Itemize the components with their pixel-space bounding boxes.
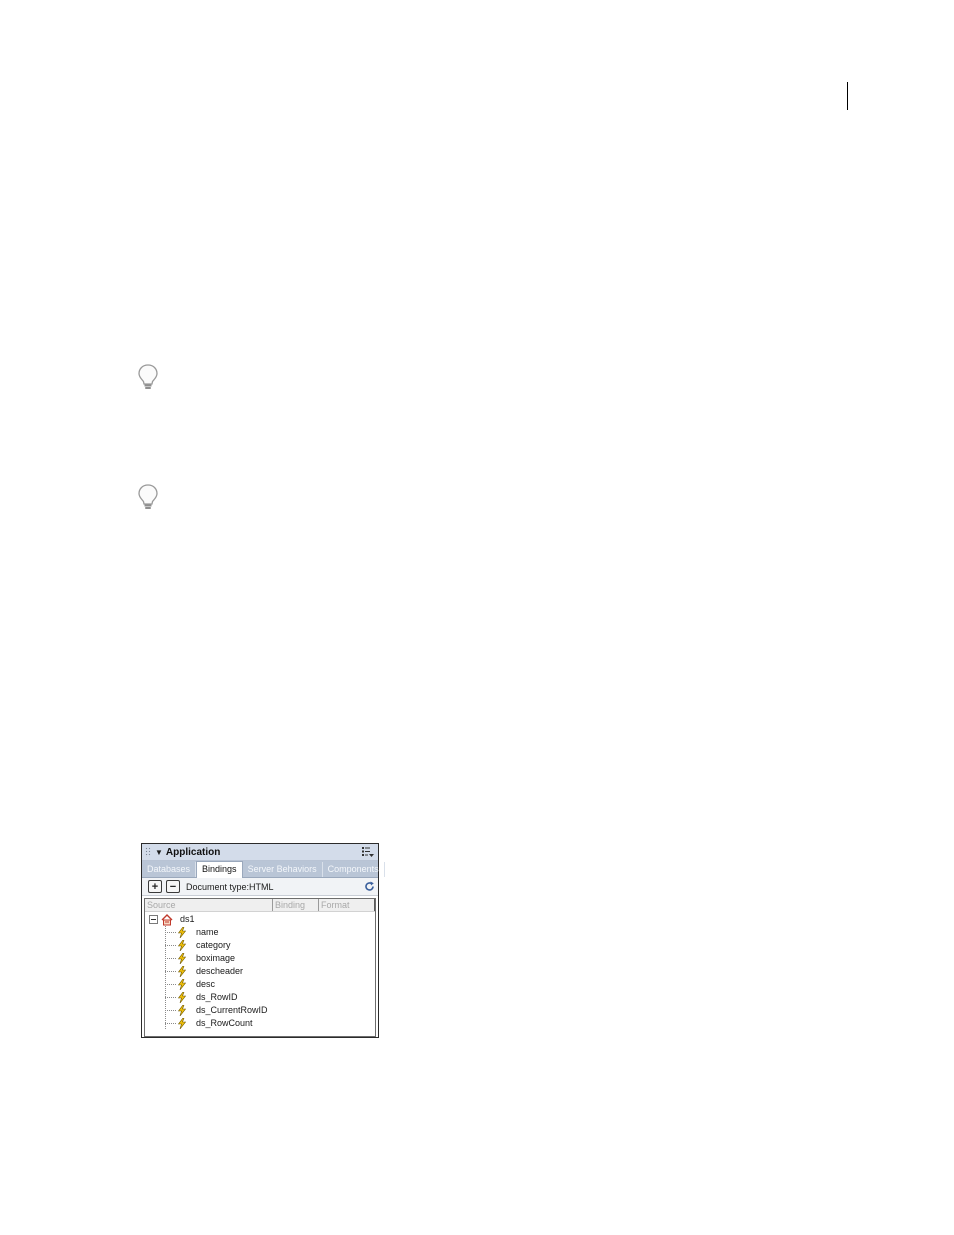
column-header-format[interactable]: Format: [319, 899, 375, 911]
tree-connector: [165, 971, 176, 972]
lightning-bolt-icon: [177, 953, 187, 964]
tree-connector: [165, 1023, 176, 1024]
panel-title: Application: [165, 846, 221, 858]
tab-bindings[interactable]: Bindings: [196, 861, 243, 878]
tab-server-behaviors[interactable]: Server Behaviors: [243, 862, 323, 877]
tree-leaf-label: desc: [196, 979, 216, 989]
refresh-icon[interactable]: [364, 881, 375, 892]
tree-connector: [165, 932, 176, 933]
lightning-bolt-icon: [177, 940, 187, 951]
remove-binding-button[interactable]: −: [166, 880, 180, 893]
panel-tab-bar: Databases Bindings Server Behaviors Comp…: [142, 861, 385, 878]
document-type-label: Document type:HTML: [186, 881, 274, 892]
tree-leaf-label: ds_RowCount: [196, 1018, 253, 1028]
panel-options-icon[interactable]: [362, 846, 374, 858]
add-binding-button[interactable]: +: [148, 880, 162, 893]
column-header-binding[interactable]: Binding: [273, 899, 319, 911]
application-panel: ▼ Application Databases Bindings Server …: [141, 843, 385, 1038]
tree-connector: [165, 1010, 176, 1011]
data-set-icon: [161, 914, 173, 926]
tree-leaf-label: descheader: [196, 966, 244, 976]
lightbulb-icon: [138, 484, 158, 509]
lightning-bolt-icon: [177, 1005, 187, 1016]
tree-connector: [165, 984, 176, 985]
tree-connector: [165, 945, 176, 946]
lightning-bolt-icon: [177, 966, 187, 977]
collapse-node-icon[interactable]: [149, 915, 158, 924]
tree-leaf-label: boximage: [196, 953, 236, 963]
tab-databases[interactable]: Databases: [142, 862, 197, 877]
page-header-rule: [847, 82, 848, 110]
panel-grip-icon[interactable]: [145, 847, 151, 857]
tree-node-label: ds1: [180, 914, 195, 924]
lightning-bolt-icon: [177, 1018, 187, 1029]
bindings-toolbar: + − Document type:HTML: [142, 878, 378, 896]
bindings-tree-view: Source Binding Format ds1 name category …: [144, 898, 376, 1037]
tree-leaf-label: ds_RowID: [196, 992, 238, 1002]
collapse-triangle-icon[interactable]: ▼: [155, 848, 163, 857]
panel-header[interactable]: ▼ Application: [142, 844, 378, 861]
tab-components[interactable]: Components: [323, 862, 385, 877]
tree-connector: [165, 922, 166, 1029]
lightning-bolt-icon: [177, 979, 187, 990]
tree-leaf-label: ds_CurrentRowID: [196, 1005, 268, 1015]
tree-connector: [165, 997, 176, 998]
tree-leaf-label: category: [196, 940, 231, 950]
binding-tree: ds1 name category boximage descheader de…: [145, 912, 375, 1034]
tree-connector: [165, 958, 176, 959]
lightbulb-icon: [138, 364, 158, 389]
lightning-bolt-icon: [177, 927, 187, 938]
column-header-source[interactable]: Source: [145, 899, 273, 911]
lightning-bolt-icon: [177, 992, 187, 1003]
tree-leaf-label: name: [196, 927, 219, 937]
column-header-row: Source Binding Format: [145, 899, 375, 912]
